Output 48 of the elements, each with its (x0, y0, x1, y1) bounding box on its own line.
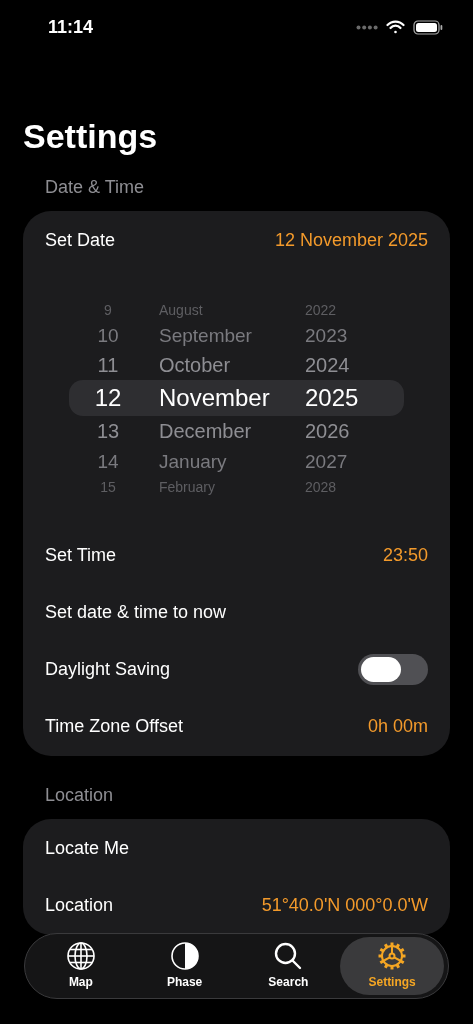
picker-year[interactable]: 2022 (297, 302, 377, 317)
wifi-icon (386, 20, 405, 34)
page-title: Settings (23, 116, 159, 156)
row-label: Location (45, 894, 114, 917)
search-icon (273, 941, 304, 971)
picker-day[interactable]: 13 (69, 421, 147, 441)
picker-year[interactable]: 2024 (297, 355, 377, 375)
picker-month[interactable]: October (147, 355, 297, 375)
section-header: Date & Time (45, 176, 146, 199)
row-label: Set Time (45, 544, 117, 567)
status-time: 11:14 (48, 15, 94, 39)
picker-year[interactable]: 2028 (297, 479, 377, 494)
row-value[interactable]: 23:50 (382, 542, 428, 569)
picker-month[interactable]: December (147, 421, 297, 441)
picker-month[interactable]: January (147, 451, 297, 471)
toggle-switch[interactable] (358, 654, 428, 685)
row-value[interactable]: 12 November 2025 (274, 227, 428, 254)
picker-day[interactable]: 14 (69, 451, 147, 471)
row-value[interactable]: 0h 00m (367, 713, 428, 740)
gear-icon (377, 941, 408, 971)
picker-month[interactable]: February (147, 479, 297, 494)
picker-day[interactable]: 11 (69, 355, 147, 375)
signal-dots-icon (356, 24, 378, 30)
row-label: Set Date (45, 229, 116, 252)
picker-year[interactable]: 2023 (297, 325, 377, 345)
tab-item[interactable]: Map (29, 937, 133, 995)
row-label: Daylight Saving (45, 658, 171, 681)
row-label: Time Zone Offset (45, 715, 184, 738)
row-action[interactable]: Set date & time to now (45, 599, 227, 626)
row-value[interactable]: 51°40.0'N 000°0.0'W (261, 892, 428, 919)
picker-day[interactable]: 12 (69, 386, 147, 410)
tab-item[interactable]: Search (236, 937, 341, 995)
picker-day[interactable]: 10 (69, 325, 147, 345)
globe-icon (65, 941, 96, 971)
picker-month[interactable]: November (147, 386, 297, 410)
picker-year[interactable]: 2026 (297, 421, 377, 441)
half-circle-icon (169, 941, 200, 971)
picker-year[interactable]: 2025 (297, 386, 377, 410)
picker-day[interactable]: 15 (69, 479, 147, 494)
battery-icon (413, 19, 443, 35)
picker-day[interactable]: 9 (69, 302, 147, 317)
tab-item[interactable]: Phase (132, 937, 237, 995)
picker-month[interactable]: September (147, 325, 297, 345)
row-action[interactable]: Locate Me (45, 835, 130, 862)
tab-item[interactable]: Settings (340, 937, 444, 995)
section-header: Location (45, 784, 115, 807)
picker-year[interactable]: 2027 (297, 451, 377, 471)
picker-month[interactable]: August (147, 302, 297, 317)
